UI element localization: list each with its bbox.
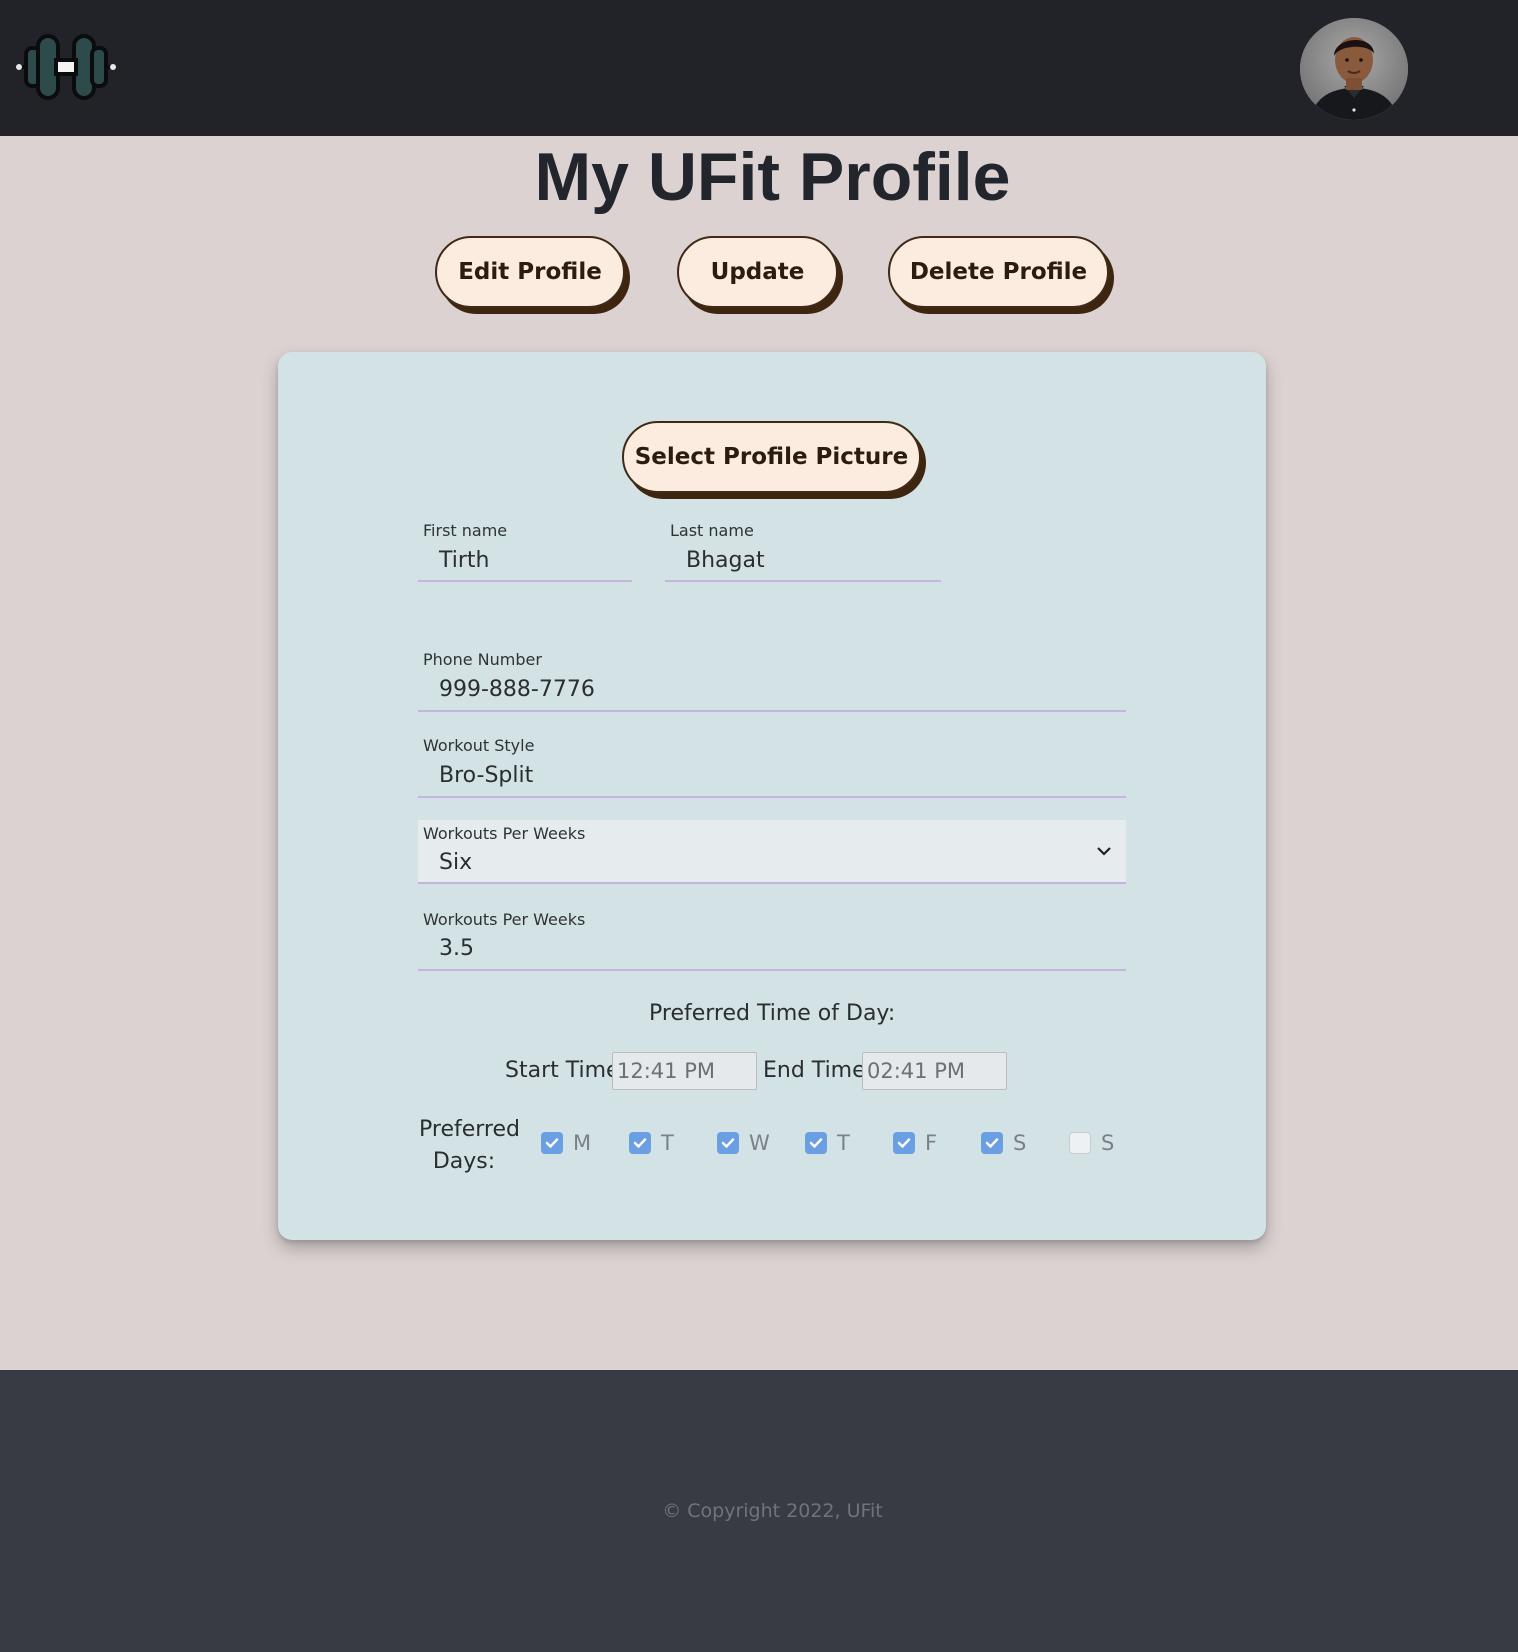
- workouts-hours-label: Workouts Per Weeks: [423, 910, 586, 929]
- day-checkbox-5[interactable]: S: [981, 1130, 1026, 1156]
- chevron-down-icon[interactable]: [1096, 844, 1112, 862]
- last-name-value: Bhagat: [686, 548, 765, 573]
- preferred-days-label: Preferred Days:: [419, 1114, 520, 1178]
- workout-style-value: Bro-Split: [439, 763, 534, 788]
- workouts-hours-field[interactable]: Workouts Per Weeks 3.5: [418, 905, 1126, 971]
- day-checkbox-6[interactable]: S: [1069, 1130, 1114, 1156]
- start-time-label: Start Time:: [505, 1058, 627, 1083]
- workout-style-label: Workout Style: [423, 736, 535, 755]
- checkbox-checked-icon[interactable]: [805, 1132, 827, 1154]
- workouts-per-week-select[interactable]: Workouts Per Weeks Six: [418, 820, 1126, 884]
- checkbox-checked-icon[interactable]: [981, 1132, 1003, 1154]
- last-name-field[interactable]: Last name Bhagat: [665, 512, 941, 582]
- workout-style-field[interactable]: Workout Style Bro-Split: [418, 727, 1126, 798]
- user-avatar[interactable]: [1300, 18, 1408, 120]
- workouts-per-week-value: Six: [439, 850, 473, 875]
- page-title: My UFit Profile: [534, 139, 1011, 215]
- preferred-days-label-line1: Preferred: [419, 1117, 520, 1142]
- checkbox-checked-icon[interactable]: [629, 1132, 651, 1154]
- preferred-time-heading: Preferred Time of Day:: [649, 1001, 896, 1026]
- dumbbell-icon[interactable]: [14, 30, 118, 104]
- last-name-label: Last name: [670, 521, 754, 540]
- checkbox-checked-icon[interactable]: [893, 1132, 915, 1154]
- day-letter: T: [661, 1131, 674, 1155]
- day-letter: M: [573, 1131, 592, 1155]
- checkbox-empty-icon[interactable]: [1069, 1132, 1091, 1154]
- day-checkbox-4[interactable]: F: [893, 1130, 937, 1156]
- start-time-input[interactable]: 12:41 PM: [612, 1052, 757, 1090]
- first-name-label: First name: [423, 521, 508, 540]
- preferred-days-label-line2: Days:: [432, 1149, 496, 1174]
- workouts-hours-value: 3.5: [439, 936, 474, 961]
- checkbox-checked-icon[interactable]: [717, 1132, 739, 1154]
- phone-number-label: Phone Number: [423, 650, 542, 669]
- day-letter: S: [1101, 1131, 1115, 1155]
- end-time-label: End Time:: [763, 1058, 874, 1083]
- day-letter: F: [925, 1131, 938, 1155]
- day-letter: S: [1013, 1131, 1027, 1155]
- day-checkbox-2[interactable]: W: [717, 1130, 770, 1156]
- edit-profile-button[interactable]: Edit Profile: [435, 236, 625, 308]
- day-checkbox-1[interactable]: T: [629, 1130, 674, 1156]
- first-name-value: Tirth: [439, 548, 490, 573]
- day-checkbox-3[interactable]: T: [805, 1130, 850, 1156]
- end-time-input[interactable]: 02:41 PM: [862, 1052, 1007, 1090]
- phone-number-field[interactable]: Phone Number 999-888-7776: [418, 641, 1126, 712]
- copyright-text: © Copyright 2022, UFit: [662, 1500, 883, 1522]
- first-name-field[interactable]: First name Tirth: [418, 512, 632, 582]
- update-button[interactable]: Update: [677, 236, 838, 308]
- workouts-per-week-label: Workouts Per Weeks: [423, 824, 586, 843]
- checkbox-checked-icon[interactable]: [541, 1132, 563, 1154]
- day-letter: T: [837, 1131, 850, 1155]
- top-nav-bar: [0, 0, 1518, 136]
- day-letter: W: [749, 1131, 770, 1155]
- day-checkbox-0[interactable]: M: [541, 1130, 591, 1156]
- phone-number-value: 999-888-7776: [439, 677, 595, 702]
- select-profile-picture-button[interactable]: Select Profile Picture: [622, 421, 921, 493]
- delete-profile-button[interactable]: Delete Profile: [888, 236, 1109, 308]
